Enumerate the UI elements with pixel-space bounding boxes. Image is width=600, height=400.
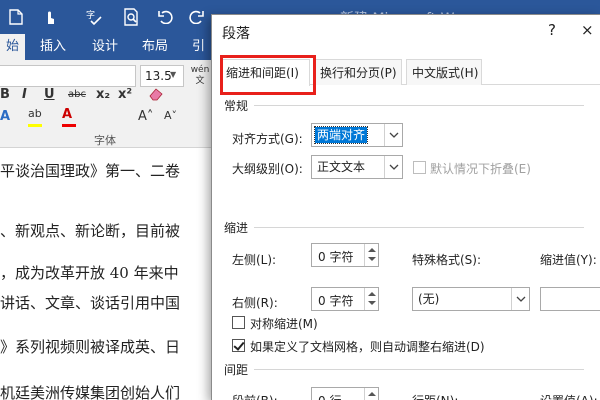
close-button[interactable]: × xyxy=(581,21,594,39)
chevron-down-icon[interactable] xyxy=(384,156,402,178)
spacing-section-title: 间距 xyxy=(224,363,249,377)
collapse-label: 默认情况下折叠(E) xyxy=(430,162,531,176)
right-indent-spinner[interactable] xyxy=(364,288,378,310)
font-color-button[interactable]: A xyxy=(62,107,72,122)
tab-home[interactable]: 始 xyxy=(0,34,26,60)
text-effects-button[interactable]: A xyxy=(0,109,10,124)
right-indent-label: 右侧(R): xyxy=(232,296,278,310)
redo-icon[interactable] xyxy=(186,7,206,27)
touch-mode-icon[interactable] xyxy=(40,7,60,27)
outline-level-select[interactable]: 正文文本 xyxy=(311,155,403,179)
mirror-indents-checkbox[interactable] xyxy=(232,316,245,329)
left-indent-input[interactable]: 0 字符 xyxy=(311,243,379,267)
general-divider xyxy=(254,105,584,106)
outline-level-value: 正文文本 xyxy=(317,160,366,174)
line-spacing-label: 行距(N): xyxy=(412,392,458,400)
phonetic-guide-icon[interactable]: wén 文 xyxy=(190,65,210,87)
space-before-spinner[interactable] xyxy=(364,388,378,400)
italic-button[interactable]: I xyxy=(22,87,27,102)
left-indent-label: 左侧(L): xyxy=(232,253,277,267)
space-before-label: 段前(B): xyxy=(232,392,278,400)
collapse-checkbox[interactable] xyxy=(413,161,426,174)
right-indent-value: 0 字符 xyxy=(318,294,354,308)
spell-check-icon[interactable]: 字 xyxy=(84,7,104,27)
chevron-down-icon[interactable] xyxy=(384,124,402,146)
help-button[interactable]: ? xyxy=(548,21,556,39)
alignment-select[interactable]: 两端对齐 xyxy=(311,123,403,147)
shrink-font-button[interactable]: A˅ xyxy=(164,109,177,122)
font-color-bar xyxy=(62,124,76,127)
special-indent-label: 特殊格式(S): xyxy=(412,253,482,267)
font-name-box[interactable] xyxy=(0,65,136,87)
indent-section-title: 缩进 xyxy=(224,221,249,235)
highlight-color-bar xyxy=(28,124,42,127)
underline-button[interactable]: U xyxy=(44,87,55,102)
tab-layout[interactable]: 布局 xyxy=(142,34,168,60)
special-indent-value: (无) xyxy=(418,292,440,306)
chevron-down-icon[interactable] xyxy=(511,288,529,310)
highlight-button[interactable]: ab xyxy=(28,107,42,120)
outline-level-label: 大纲级别(O): xyxy=(232,162,303,176)
auto-adjust-label: 如果定义了文档网格，则自动调整右缩进(D) xyxy=(250,340,485,354)
indent-divider xyxy=(254,227,584,228)
font-size-value: 13.5 xyxy=(145,69,172,83)
left-indent-value: 0 字符 xyxy=(318,250,354,264)
tab-line-and-page-breaks[interactable]: 换行和分页(P) xyxy=(314,59,402,85)
indent-by-label: 缩进值(Y): xyxy=(540,253,597,267)
document-line: 机廷美洲传媒集团创始人们 xyxy=(0,384,181,400)
strikethrough-button[interactable]: abc xyxy=(68,89,86,100)
eraser-icon[interactable] xyxy=(148,87,164,105)
tab-asian-typography[interactable]: 中文版式(H) xyxy=(406,59,482,85)
tab-references[interactable]: 引 xyxy=(192,34,205,60)
document-icon[interactable] xyxy=(6,7,26,27)
tab-highlight-box xyxy=(220,55,316,95)
document-line: 》系列视频则被译成英、日 xyxy=(0,338,181,356)
superscript-button[interactable]: x² xyxy=(118,87,132,102)
dialog-title: 段落 xyxy=(222,26,250,42)
subscript-button[interactable]: x₂ xyxy=(96,87,110,102)
general-section-title: 常规 xyxy=(224,99,249,113)
alignment-label: 对齐方式(G): xyxy=(232,132,303,146)
special-indent-select[interactable]: (无) xyxy=(412,287,530,311)
document-body[interactable]: 平谈治国理政》第一、二卷 、新观点、新论断，目前被 ，成为改革开放 40 年来中… xyxy=(0,149,220,400)
font-group-label: 字体 xyxy=(94,134,116,147)
indent-by-input[interactable] xyxy=(540,287,600,311)
grow-font-button[interactable]: A˄ xyxy=(138,109,153,124)
left-indent-spinner[interactable] xyxy=(364,244,378,266)
paragraph-dialog: 段落 ? × 缩进和间距(I) 换行和分页(P) 中文版式(H) 常规 对齐方式… xyxy=(211,14,600,400)
chevron-down-icon[interactable]: ▼ xyxy=(170,70,176,79)
document-line: 、新观点、新论断，目前被 xyxy=(0,222,181,240)
undo-icon[interactable] xyxy=(156,7,176,27)
spacing-at-label: 设置值(A): xyxy=(540,392,598,400)
font-size-box[interactable]: 13.5 xyxy=(140,65,184,87)
space-before-value: 0 行 xyxy=(318,392,341,400)
spacing-divider xyxy=(254,369,584,370)
right-indent-input[interactable]: 0 字符 xyxy=(311,287,379,311)
auto-adjust-checkbox[interactable] xyxy=(232,339,245,352)
alignment-value: 两端对齐 xyxy=(313,126,369,144)
document-line: ，成为改革开放 40 年来中 xyxy=(0,264,179,282)
mirror-indents-label: 对称缩进(M) xyxy=(250,317,318,331)
print-preview-icon[interactable] xyxy=(122,7,142,27)
document-line: 讲话、文章、谈话引用中国 xyxy=(0,294,181,312)
tab-insert[interactable]: 插入 xyxy=(40,34,66,60)
document-line: 平谈治国理政》第一、二卷 xyxy=(0,162,181,180)
tab-design[interactable]: 设计 xyxy=(92,34,118,60)
bold-button[interactable]: B xyxy=(0,87,10,102)
svg-text:字: 字 xyxy=(86,9,95,21)
space-before-input[interactable]: 0 行 xyxy=(311,387,379,400)
